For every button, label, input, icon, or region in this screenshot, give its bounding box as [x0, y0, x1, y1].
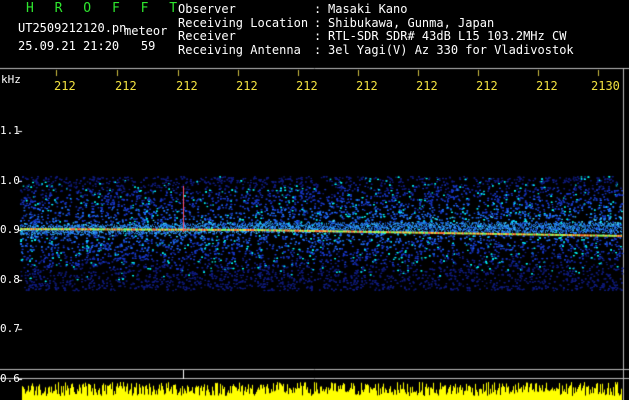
info-label: Receiving Antenna — [178, 42, 301, 57]
y-tick-label: 0.7 — [0, 322, 20, 335]
info-label: Receiver — [178, 29, 236, 43]
x-tick-label: 212 — [296, 79, 318, 93]
info-label: Observer — [178, 2, 236, 16]
y-tick-label: 1.1 — [0, 124, 20, 137]
x-tick-label: 212 — [416, 79, 438, 93]
info-sep: : — [314, 42, 322, 57]
x-tick-label: 212 — [54, 79, 76, 93]
x-tick-label: 212 — [115, 79, 137, 93]
info-value: Shibukawa, Gunma, Japan — [328, 15, 495, 30]
info-value: RTL-SDR SDR# 43dB L15 103.2MHz CW — [328, 29, 567, 43]
info-sep: : — [314, 2, 322, 16]
info-sep: : — [314, 29, 322, 43]
y-tick-label: 0.6 — [0, 372, 20, 385]
info-value: 3el Yagi(V) Az 330 for Vladivostok — [328, 42, 574, 57]
event-count: 59 — [140, 39, 156, 53]
info-value: Masaki Kano — [328, 2, 408, 16]
x-tick-label: 212 — [356, 79, 378, 93]
info-sep: : — [314, 15, 322, 30]
app-title: H R O F F T — [26, 1, 184, 16]
timestamp-row: 25.09.21 21:20 59 — [18, 39, 155, 53]
x-tick-label: 212 — [176, 79, 198, 93]
x-tick-label: 212 — [476, 79, 498, 93]
info-row-location: Receiving Location: Shibukawa, Gunma, Jap… — [178, 15, 574, 31]
x-tick-label: 212 — [236, 79, 258, 93]
x-tick-label: 2130 — [591, 79, 620, 93]
x-tick-label: 212 — [536, 79, 558, 93]
y-tick-label: 1.0 — [0, 174, 20, 187]
spectrogram-canvas — [0, 0, 629, 400]
info-label: Receiving Location — [178, 15, 309, 30]
mode-label: meteor — [124, 24, 168, 38]
info-row-antenna: Receiving Antenna:3el Yagi(V) Az 330 for… — [178, 42, 574, 58]
info-row-receiver: Receiver: RTL-SDR SDR# 43dB L15 103.2MHz … — [178, 29, 574, 44]
station-info: Observer: Masaki Kano Receiving Location:… — [178, 2, 574, 58]
y-tick-label: 0.8 — [0, 273, 20, 286]
y-tick-label: 0.9 — [0, 223, 20, 236]
timestamp: 25.09.21 21:20 — [18, 39, 120, 53]
info-row-observer: Observer: Masaki Kano — [178, 2, 574, 17]
y-axis-unit: kHz — [1, 73, 21, 86]
file-name: UT2509212120.pn — [18, 21, 127, 35]
